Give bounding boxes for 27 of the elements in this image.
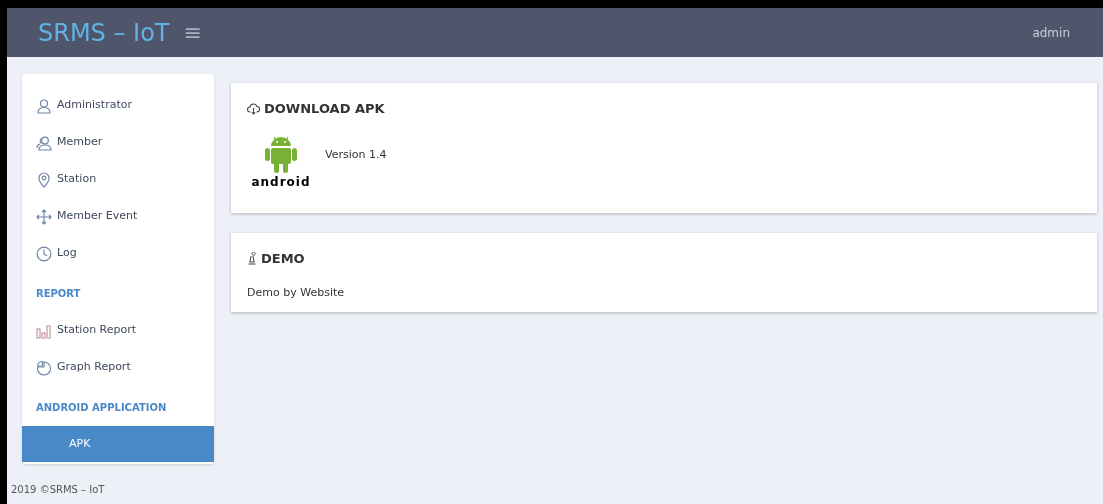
user-icon	[36, 97, 52, 114]
chess-pawn-icon	[247, 252, 257, 266]
users-icon	[36, 134, 52, 151]
sidebar-item[interactable]: Administrator	[22, 87, 214, 124]
pie-chart-icon	[36, 359, 52, 376]
user-name[interactable]: admin	[1032, 23, 1070, 42]
card-title: DOWNLOAD APK	[264, 100, 385, 118]
sidebar-item[interactable]: Graph Report	[22, 349, 214, 386]
clock-icon	[36, 245, 52, 262]
demo-text[interactable]: Demo by Website	[231, 284, 1081, 301]
location-pin-icon	[36, 171, 52, 188]
footer-text: 2019 ©SRMS – IoT	[11, 483, 106, 497]
bar-chart-icon	[36, 322, 52, 339]
sidebar-item[interactable]: Member	[22, 124, 214, 161]
card-title: DEMO	[261, 250, 305, 268]
sidebar-item[interactable]: Station Report	[22, 312, 214, 349]
app-title: SRMS – IoT	[38, 17, 170, 49]
cloud-download-icon	[247, 102, 260, 115]
section-heading: REPORT	[35, 287, 82, 301]
sidebar-item[interactable]: APK	[22, 426, 214, 462]
move-arrows-icon	[36, 208, 52, 225]
version-text: Version 1.4	[325, 147, 387, 164]
sidebar-item[interactable]: Station	[22, 161, 214, 198]
sidebar-item[interactable]: Log	[22, 235, 214, 272]
logo-wordmark: android	[251, 175, 311, 188]
section-heading: ANDROID APPLICATION	[35, 401, 168, 415]
sidebar-item[interactable]: Member Event	[22, 198, 214, 235]
